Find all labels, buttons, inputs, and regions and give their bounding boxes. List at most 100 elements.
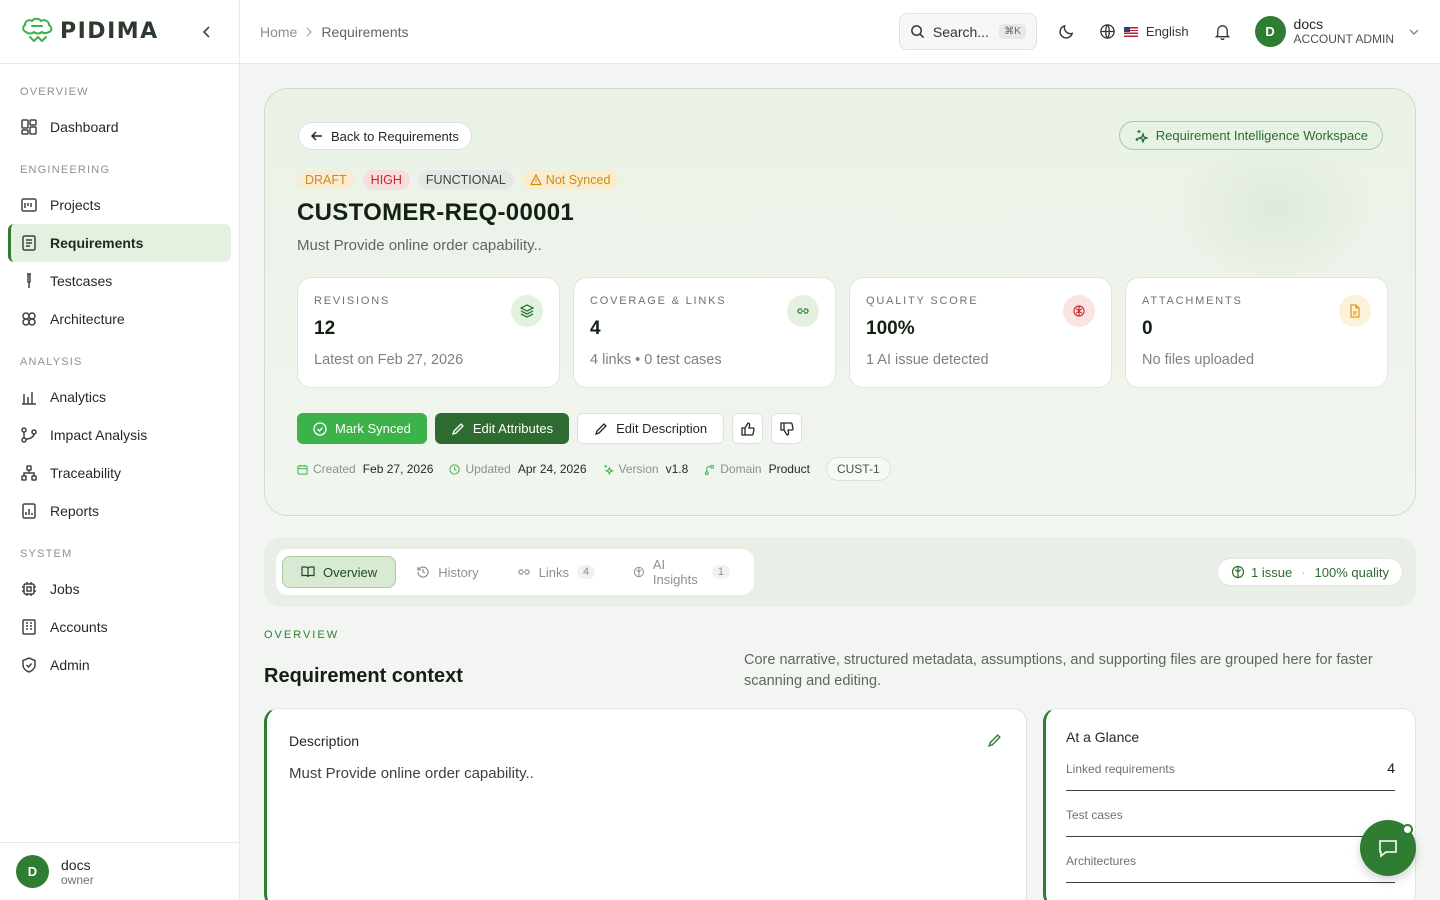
priority-badge: HIGH: [362, 170, 410, 190]
requirement-badges: DRAFT HIGH FUNCTIONAL Not Synced: [297, 170, 619, 190]
sidebar-item-architecture[interactable]: Architecture: [8, 300, 231, 338]
edit-attributes-button[interactable]: Edit Attributes: [434, 413, 570, 444]
status-badge: DRAFT: [297, 170, 355, 190]
sidebar-item-impact-analysis[interactable]: Impact Analysis: [8, 416, 231, 454]
stat-card-attachments[interactable]: ATTACHMENTS 0 No files uploaded: [1125, 277, 1388, 388]
warning-icon: [529, 174, 542, 186]
glance-row: Architectures: [1066, 837, 1395, 883]
collapse-sidebar-button[interactable]: [195, 20, 219, 44]
user-name: docs: [61, 856, 91, 873]
dashboard-icon: [21, 119, 37, 135]
sidebar-item-label: Analytics: [50, 389, 107, 405]
thumbs-up-button[interactable]: [732, 413, 764, 444]
tab-history[interactable]: History: [398, 556, 496, 588]
theme-toggle-button[interactable]: [1047, 12, 1087, 52]
user-menu[interactable]: D docs ACCOUNT ADMIN: [1254, 16, 1420, 47]
avatar: D: [1254, 16, 1286, 47]
meta-value: Feb 27, 2026: [362, 462, 434, 476]
meta-label: Version: [618, 462, 659, 476]
sidebar-nav: OVERVIEW Dashboard ENGINEERING Projects …: [0, 64, 239, 684]
thumbs-down-icon: [779, 421, 794, 436]
link-icon: [787, 295, 819, 327]
chat-button[interactable]: [1360, 820, 1416, 876]
notifications-button[interactable]: [1203, 12, 1243, 52]
quality-label: 100% quality: [1314, 564, 1389, 580]
stat-card-revisions[interactable]: REVISIONS 12 Latest on Feb 27, 2026: [297, 277, 560, 388]
overview-eyebrow: OVERVIEW: [264, 629, 340, 641]
sidebar-item-jobs[interactable]: Jobs: [8, 570, 231, 608]
stat-value: 12: [314, 318, 336, 339]
sidebar-item-label: Accounts: [50, 619, 108, 635]
sidebar-item-traceability[interactable]: Traceability: [8, 454, 231, 492]
sidebar-item-label: Dashboard: [50, 119, 119, 135]
requirement-title: CUSTOMER-REQ-00001: [297, 199, 575, 226]
book-icon: [301, 566, 315, 578]
tab-label: Overview: [323, 564, 378, 580]
user-role: owner: [61, 872, 94, 887]
sidebar-item-label: Projects: [50, 197, 101, 213]
glance-label: Test cases: [1066, 808, 1123, 822]
sidebar-item-label: Reports: [50, 503, 100, 519]
stat-label: COVERAGE & LINKS: [590, 295, 727, 307]
brain-icon: [1231, 565, 1245, 579]
brand-logo[interactable]: PIDIMA: [20, 17, 159, 47]
arrow-left-icon: [311, 131, 322, 141]
stat-label: QUALITY SCORE: [866, 295, 979, 307]
projects-icon: [21, 198, 37, 212]
at-a-glance-card: At a Glance Linked requirements 4 Test c…: [1043, 708, 1416, 900]
glance-value: 4: [1387, 760, 1395, 776]
section-label-engineering: ENGINEERING: [20, 164, 111, 176]
sidebar-item-requirements[interactable]: Requirements: [8, 224, 231, 262]
avatar: D: [16, 855, 49, 888]
tab-links[interactable]: Links 4: [499, 556, 613, 588]
meta-value: v1.8: [665, 462, 689, 476]
breadcrumb-home[interactable]: Home: [260, 24, 297, 40]
sidebar: PIDIMA OVERVIEW Dashboard ENGINEERING Pr…: [0, 0, 240, 900]
brain-icon: [633, 566, 645, 578]
search-button[interactable]: Search... ⌘K: [898, 13, 1037, 50]
search-icon: [911, 25, 925, 39]
clock-icon: [449, 463, 461, 475]
requirement-hero-card: Back to Requirements Requirement Intelli…: [264, 88, 1416, 516]
language-selector[interactable]: English: [1099, 23, 1189, 40]
sidebar-item-analytics[interactable]: Analytics: [8, 378, 231, 416]
tab-overview[interactable]: Overview: [282, 556, 397, 588]
glance-row: Linked requirements 4: [1066, 745, 1395, 791]
stat-cards: REVISIONS 12 Latest on Feb 27, 2026 COVE…: [297, 277, 1388, 388]
moon-icon: [1059, 24, 1074, 39]
sidebar-item-admin[interactable]: Admin: [8, 646, 231, 684]
tab-list: Overview History Links 4 AI Insights 1: [276, 549, 754, 595]
sidebar-item-testcases[interactable]: Testcases: [8, 262, 231, 300]
thumbs-down-button[interactable]: [771, 413, 803, 444]
section-label-overview: OVERVIEW: [20, 86, 89, 98]
requirement-subtitle: Must Provide online order capability..: [297, 237, 542, 254]
sidebar-item-accounts[interactable]: Accounts: [8, 608, 231, 646]
glance-label: Architectures: [1066, 854, 1137, 868]
chevron-left-icon: [202, 25, 210, 38]
sidebar-item-reports[interactable]: Reports: [8, 492, 231, 530]
branch-icon: [705, 464, 715, 475]
back-to-requirements-button[interactable]: Back to Requirements: [298, 122, 472, 150]
breadcrumb-current: Requirements: [321, 23, 409, 40]
mark-synced-button[interactable]: Mark Synced: [297, 413, 427, 444]
sidebar-item-dashboard[interactable]: Dashboard: [8, 108, 231, 146]
meta-value: Apr 24, 2026: [517, 462, 587, 476]
file-icon: [1339, 295, 1371, 327]
sidebar-item-projects[interactable]: Projects: [8, 186, 231, 224]
workspace-label: Requirement Intelligence Workspace: [1155, 128, 1368, 143]
intelligence-workspace-button[interactable]: Requirement Intelligence Workspace: [1118, 121, 1383, 150]
sidebar-user[interactable]: D docs owner: [0, 842, 240, 900]
edit-description-button[interactable]: Edit Description: [577, 413, 725, 444]
stat-meta: 4 links • 0 test cases: [590, 352, 722, 368]
edit-description-icon-button[interactable]: [987, 733, 1002, 748]
breadcrumb: Home Requirements: [260, 24, 409, 40]
check-circle-icon: [313, 421, 327, 436]
traceability-icon: [21, 465, 37, 481]
stat-card-quality[interactable]: QUALITY SCORE 100% 1 AI issue detected: [849, 277, 1112, 388]
quality-summary-pill[interactable]: 1 issue · 100% quality: [1217, 558, 1403, 586]
tab-ai-insights[interactable]: AI Insights 1: [615, 556, 748, 588]
stat-card-coverage[interactable]: COVERAGE & LINKS 4 4 links • 0 test case…: [573, 277, 836, 388]
brain-logo-icon: [20, 17, 54, 47]
brain-icon: [1063, 295, 1095, 327]
tag-chip[interactable]: CUST-1: [825, 457, 891, 481]
